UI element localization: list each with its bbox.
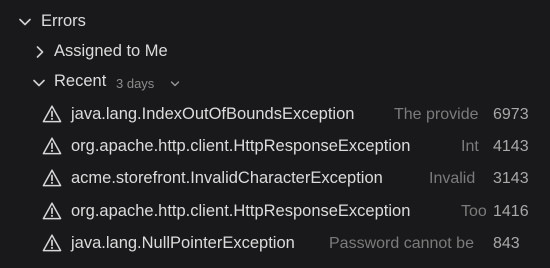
- issue-row[interactable]: org.apache.http.client.HttpResponseExcep…: [0, 132, 550, 162]
- issue-title: java.lang.IndexOutOfBoundsException: [71, 105, 355, 123]
- chevron-down-icon[interactable]: [18, 15, 32, 29]
- issue-count: 6973: [493, 106, 529, 123]
- issue-title: org.apache.http.client.HttpResponseExcep…: [71, 202, 411, 220]
- issue-count: 843: [493, 235, 520, 252]
- chevron-down-icon[interactable]: [36, 0, 48, 3]
- tree-item-label: Assigned to Me: [54, 42, 168, 60]
- warning-icon: [42, 201, 62, 221]
- issue-message: Password cannot be: [329, 235, 474, 252]
- issue-row[interactable]: org.apache.http.client.HttpResponseExcep…: [0, 197, 550, 227]
- issue-message: Int: [461, 138, 479, 155]
- issue-title: org.apache.http.client.HttpResponseExcep…: [71, 137, 411, 155]
- chevron-down-icon[interactable]: [32, 76, 46, 90]
- issue-count: 3143: [493, 170, 529, 187]
- tree-item-label: Errors: [41, 12, 86, 30]
- issue-count: 1416: [493, 203, 529, 220]
- tree-item-errors[interactable]: Errors: [0, 7, 550, 37]
- chevron-down-icon[interactable]: [170, 79, 180, 89]
- warning-icon: [42, 136, 62, 156]
- tree-item-label: Recent: [54, 72, 107, 90]
- issue-message: Too: [461, 203, 486, 220]
- warning-icon: [42, 168, 62, 188]
- warning-icon: [42, 104, 62, 124]
- tree-item-assigned-to-me[interactable]: Assigned to Me: [0, 37, 550, 67]
- issue-message: The provide: [394, 106, 479, 123]
- issue-row[interactable]: java.lang.NullPointerException Password c…: [0, 229, 550, 259]
- issue-title: acme.storefront.InvalidCharacterExceptio…: [71, 169, 383, 187]
- recent-filter-dropdown[interactable]: 3 days: [116, 76, 154, 91]
- tree-item-recent[interactable]: Recent 3 days: [0, 67, 550, 97]
- issue-row[interactable]: acme.storefront.InvalidCharacterExceptio…: [0, 164, 550, 194]
- issue-message: Invalid: [429, 170, 476, 187]
- issue-row[interactable]: java.lang.IndexOutOfBoundsException The p…: [0, 100, 550, 130]
- warning-icon: [42, 233, 62, 253]
- issue-count: 4143: [493, 138, 529, 155]
- chevron-right-icon[interactable]: [33, 45, 47, 59]
- issue-title: java.lang.NullPointerException: [71, 234, 295, 252]
